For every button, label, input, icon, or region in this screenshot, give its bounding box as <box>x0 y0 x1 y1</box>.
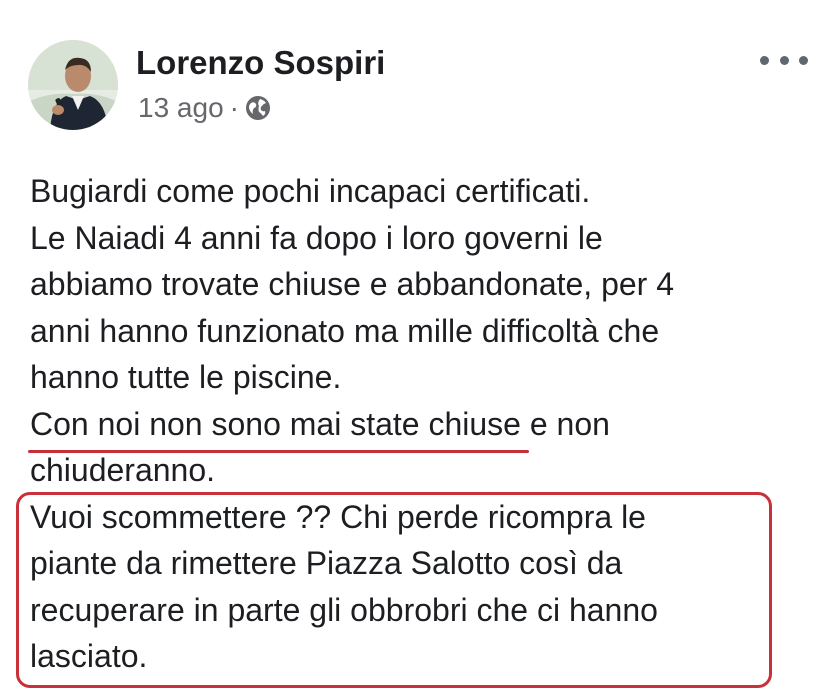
author-name[interactable]: Lorenzo Sospiri <box>136 44 385 82</box>
avatar-photo <box>28 40 118 130</box>
avatar[interactable] <box>28 40 118 130</box>
meta-separator: · <box>229 92 239 123</box>
post-text-line: anni hanno funzionato ma mille difficolt… <box>30 312 660 349</box>
more-options-icon[interactable] <box>760 46 808 74</box>
post-header: Lorenzo Sospiri 13 ago · <box>28 40 808 132</box>
post-text-line: hanno tutte le piscine. <box>30 359 342 395</box>
underlined-phrase: Con noi non sono mai state chiuse <box>28 401 529 453</box>
post-meta: 13 ago · <box>138 92 271 124</box>
red-highlight-box <box>16 492 772 688</box>
post-text-line: abbiamo trovate chiuse e abbandonate, pe… <box>30 266 675 302</box>
post-text-line: Le Naiadi 4 anni fa dopo i loro governi … <box>30 219 603 256</box>
underlined-phrase-tail: e non <box>520 405 610 442</box>
globe-icon[interactable] <box>245 95 271 121</box>
post-timestamp[interactable]: 13 ago <box>138 92 224 124</box>
post-text-line: Bugiardi come pochi incapaci certificati… <box>30 173 591 209</box>
post-text-line-underlined: Con noi non sono mai state chiuse e non <box>28 401 800 453</box>
post-text-line: chiuderanno. <box>30 452 216 488</box>
